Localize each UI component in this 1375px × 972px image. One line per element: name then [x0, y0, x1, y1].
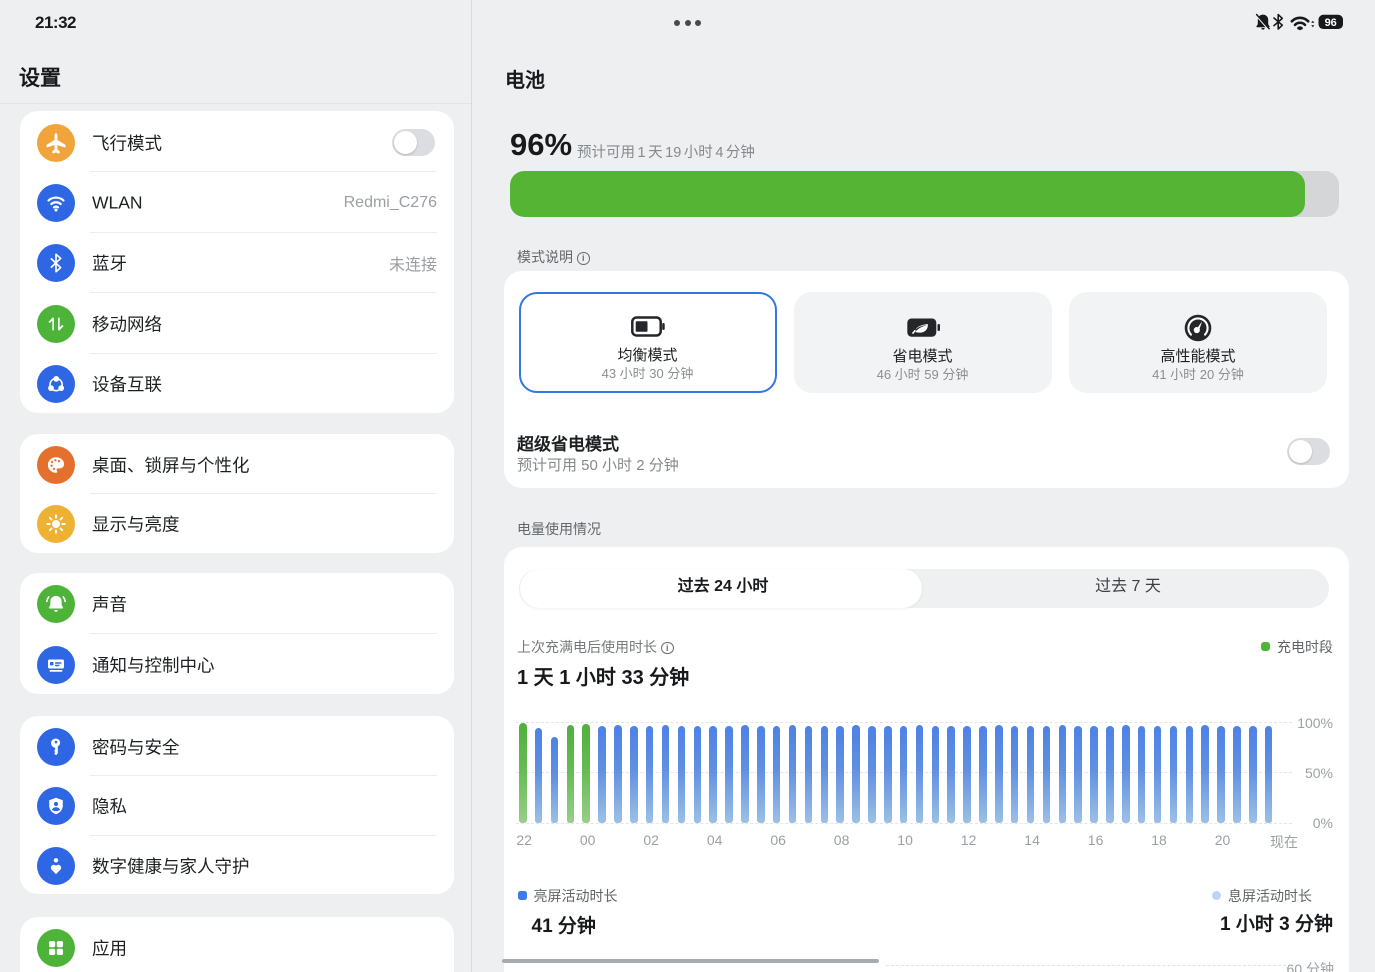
svg-text:96: 96 [1325, 17, 1337, 29]
